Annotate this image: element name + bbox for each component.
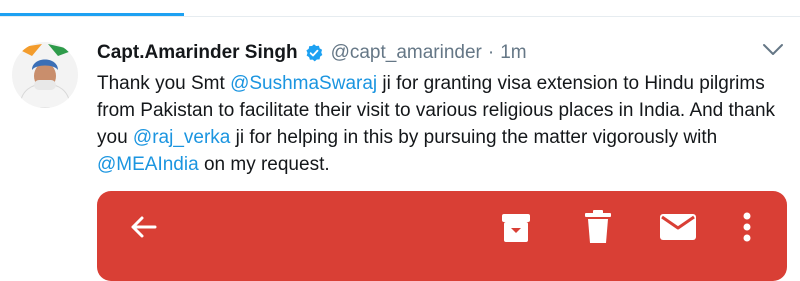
author-name[interactable]: Capt.Amarinder Singh [97, 42, 298, 64]
verified-badge-icon [304, 43, 324, 63]
author-handle[interactable]: @capt_amarinder [331, 42, 482, 64]
avatar[interactable] [12, 42, 78, 108]
mention-link[interactable]: @raj_verka [133, 127, 230, 148]
back-arrow-icon [127, 211, 159, 243]
text-segment: ji for helping in this by pursuing the m… [230, 127, 718, 148]
attached-media-image[interactable] [97, 191, 787, 281]
delete-icon [583, 209, 613, 245]
separator-dot: · [487, 42, 495, 63]
more-vertical-icon [742, 211, 752, 243]
chevron-down-icon[interactable] [762, 42, 784, 63]
mention-link[interactable]: @SushmaSwaraj [230, 73, 377, 94]
timestamp[interactable]: 1m [500, 42, 526, 64]
text-segment: on my request. [198, 154, 330, 175]
tab-divider [0, 16, 800, 17]
text-segment: Thank you Smt [97, 73, 231, 94]
tweet-header: Capt.Amarinder Singh @capt_amarinder · 1… [97, 38, 527, 68]
mail-icon [659, 213, 697, 241]
mention-link[interactable]: @MEAIndia [97, 154, 199, 175]
archive-icon [499, 211, 533, 245]
tweet-text: Thank you Smt @SushmaSwaraj ji for grant… [97, 70, 787, 178]
